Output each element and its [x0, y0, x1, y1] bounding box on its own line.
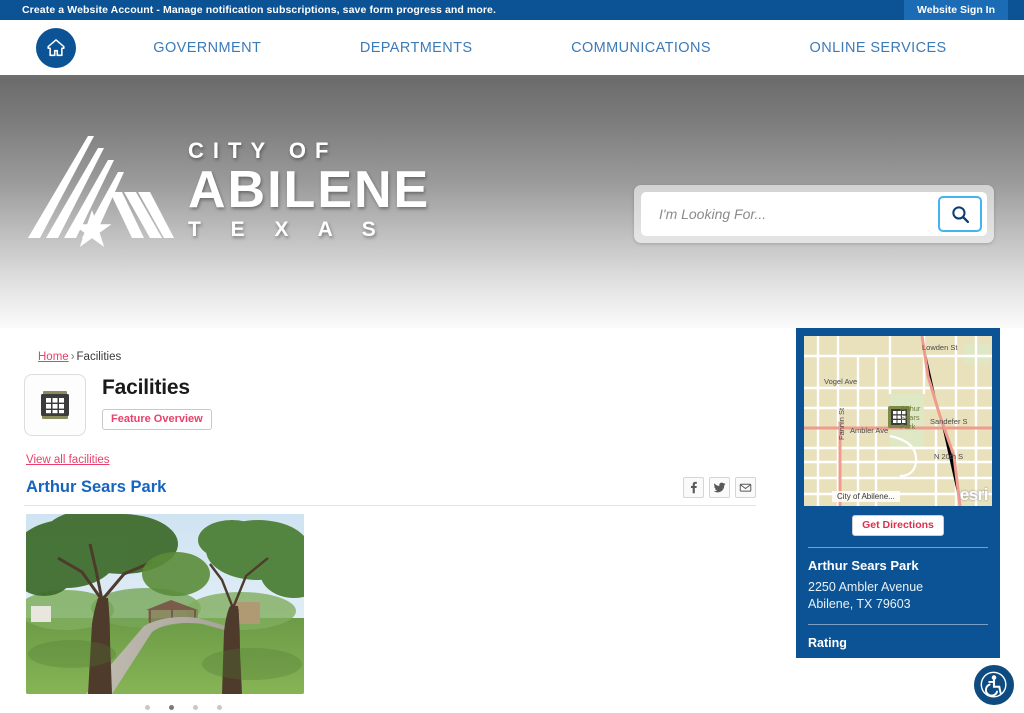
website-sign-in-label: Website Sign In	[917, 4, 995, 16]
hero-banner: CITY OF ABILENE T E X A S	[0, 78, 1024, 328]
top-utility-bar: Create a Website Account - Manage notifi…	[0, 0, 1024, 20]
carousel-dot-2[interactable]	[169, 705, 174, 710]
logo-line-abilene: ABILENE	[188, 161, 431, 219]
main-navigation-bar: GOVERNMENT DEPARTMENTS COMMUNICATIONS ON…	[0, 20, 1024, 78]
facility-photo[interactable]	[26, 514, 304, 694]
panel-rating-section: Rating	[804, 636, 992, 650]
facility-divider	[24, 505, 756, 506]
nav-item-departments[interactable]: DEPARTMENTS	[360, 40, 473, 56]
create-account-message[interactable]: Create a Website Account - Manage notifi…	[22, 4, 496, 16]
nav-item-online-services[interactable]: ONLINE SERVICES	[810, 40, 947, 56]
share-buttons	[683, 477, 756, 498]
panel-address-line1: 2250 Ambler Avenue	[808, 580, 924, 594]
directions-row: Get Directions	[804, 515, 992, 536]
panel-address: 2250 Ambler Avenue Abilene, TX 79603	[808, 579, 988, 613]
esri-logo: esri	[959, 485, 989, 504]
park-photo-image	[26, 514, 304, 694]
main-content: Home › Facilities Facilities Feature Ove…	[0, 328, 1024, 713]
building-icon	[41, 391, 69, 419]
carousel-dot-3[interactable]	[193, 705, 198, 710]
accessibility-widget-button[interactable]	[972, 663, 1016, 707]
nav-item-communications[interactable]: COMMUNICATIONS	[571, 40, 711, 56]
panel-divider-top	[808, 547, 988, 548]
map-label-sandefer-s: Sandefer S	[930, 417, 968, 426]
carousel-dots	[145, 705, 1000, 710]
logo-line-texas: T E X A S	[188, 218, 388, 241]
map-label-vogel-ave: Vogel Ave	[824, 377, 858, 386]
map-label-fannin-st: Fannin St	[837, 407, 846, 440]
facility-info-panel: Lowden St Vogel Ave Arthur Sears Park Sa…	[796, 328, 1000, 658]
home-icon	[47, 38, 65, 56]
map-label-park: Park	[900, 422, 916, 431]
search-icon	[951, 205, 969, 223]
email-share-button[interactable]	[735, 477, 756, 498]
page-title: Facilities	[102, 376, 190, 399]
carousel-dot-4[interactable]	[217, 705, 222, 710]
map-attribution: City of Abilene...	[832, 491, 900, 502]
panel-address-line2: Abilene, TX 79603	[808, 596, 911, 611]
website-sign-in-button[interactable]: Website Sign In	[904, 0, 1008, 20]
panel-facility-name: Arthur Sears Park	[808, 558, 919, 573]
rating-label: Rating	[808, 635, 847, 650]
panel-divider-bottom	[808, 623, 988, 625]
carousel-dot-1[interactable]	[145, 705, 150, 710]
facilities-icon-box	[24, 374, 86, 436]
abilene-chevron-logo-icon	[28, 136, 174, 247]
map-label-sears: Sears	[900, 413, 920, 422]
search-input[interactable]	[659, 206, 938, 222]
email-share-icon	[739, 483, 752, 492]
map-label-lowden-st: Lowden St	[922, 343, 958, 352]
page-header-text: Facilities Feature Overview	[102, 374, 212, 430]
get-directions-button[interactable]: Get Directions	[852, 515, 944, 536]
panel-body: Arthur Sears Park 2250 Ambler Avenue Abi…	[804, 558, 992, 613]
site-search	[634, 185, 994, 243]
nav-item-government[interactable]: GOVERNMENT	[153, 40, 261, 56]
facility-name-heading[interactable]: Arthur Sears Park	[26, 478, 166, 497]
search-inner	[641, 192, 987, 236]
search-submit-button[interactable]	[938, 196, 982, 232]
twitter-share-icon	[713, 482, 726, 493]
facebook-share-icon	[690, 481, 697, 494]
map-label-n-20th-s: N 20th S	[934, 452, 964, 461]
city-logo-text: CITY OF ABILENE T E X A S	[188, 138, 431, 241]
feature-overview-button[interactable]: Feature Overview	[102, 409, 212, 430]
logo-line-city-of: CITY OF	[188, 138, 338, 163]
map-label-arthur: Arthur	[900, 404, 921, 413]
accessibility-icon	[980, 671, 1007, 698]
breadcrumb-separator: ›	[70, 351, 75, 363]
home-button[interactable]	[36, 27, 76, 68]
view-all-facilities-link[interactable]: View all facilities	[26, 454, 110, 466]
breadcrumb-home-link[interactable]: Home	[38, 351, 69, 363]
facebook-share-button[interactable]	[683, 477, 704, 498]
twitter-share-button[interactable]	[709, 477, 730, 498]
city-logo[interactable]: CITY OF ABILENE T E X A S	[22, 130, 430, 250]
breadcrumb-current: Facilities	[76, 351, 122, 363]
location-map[interactable]: Lowden St Vogel Ave Arthur Sears Park Sa…	[804, 336, 992, 506]
nav-links: GOVERNMENT DEPARTMENTS COMMUNICATIONS ON…	[104, 40, 996, 56]
map-label-ambler-ave: Ambler Ave	[850, 426, 889, 435]
